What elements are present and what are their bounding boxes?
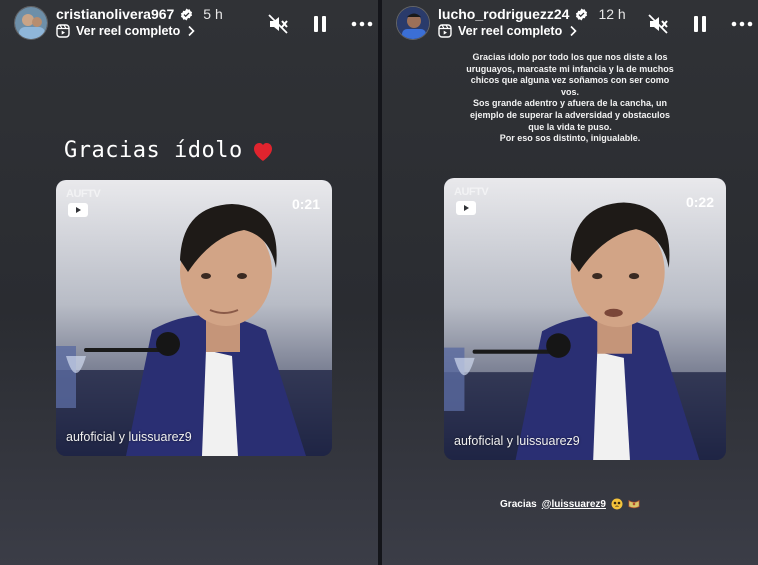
caption-line: Sos grande adentro y afuera de la cancha… xyxy=(472,98,668,109)
video-credit[interactable]: aufoficial y luissuarez9 xyxy=(66,430,192,444)
pause-icon[interactable] xyxy=(688,12,712,36)
verified-badge-icon xyxy=(181,7,193,21)
timestamp: 5 h xyxy=(203,6,223,22)
username[interactable]: cristianolivera967 xyxy=(56,6,174,22)
headline-text: Gracias ídolo xyxy=(64,138,243,163)
reel-thumbnail xyxy=(444,178,726,460)
pause-icon[interactable] xyxy=(308,12,332,36)
view-full-reel-label: Ver reel completo xyxy=(458,24,563,38)
story-headline: Gracias ídolo xyxy=(64,138,275,163)
speaker-muted-icon[interactable] xyxy=(266,12,290,36)
red-heart-icon xyxy=(253,142,272,161)
reel-preview-card[interactable]: AUFTV 0:21 aufoficial y luissuarez9 xyxy=(56,180,332,456)
caption-line: vos. xyxy=(560,86,579,97)
reel-icon xyxy=(56,24,70,38)
avatar[interactable] xyxy=(14,6,48,40)
caption-line: ejemplo de superar la adversidad y obsta… xyxy=(469,109,671,120)
caption-line: Por eso sos distinto, inigualable. xyxy=(499,133,641,144)
reel-play-icon xyxy=(68,203,88,217)
more-options-icon[interactable] xyxy=(730,12,754,36)
mention-link[interactable]: @luissuarez9 xyxy=(542,499,606,510)
video-duration: 0:22 xyxy=(685,194,714,210)
auftv-logo: AUFTV xyxy=(454,186,489,198)
story-panel-right[interactable]: lucho_rodriguezz24 12 h Ver reel complet… xyxy=(382,0,758,565)
story-panel-left[interactable]: cristianolivera967 5 h Ver reel completo xyxy=(0,0,378,565)
speaker-muted-icon[interactable] xyxy=(646,12,670,36)
thanks-text: Gracias xyxy=(500,498,537,510)
auftv-logo: AUFTV xyxy=(66,188,101,200)
username[interactable]: lucho_rodriguezz24 xyxy=(438,6,569,22)
timestamp: 12 h xyxy=(598,6,626,22)
caption-line: que la vida te puso. xyxy=(528,121,612,132)
thanks-line: Gracias @luissuarez9 xyxy=(382,498,758,510)
view-full-reel-label: Ver reel completo xyxy=(76,24,181,38)
chevron-right-icon xyxy=(570,25,577,37)
story-header: cristianolivera967 5 h Ver reel completo xyxy=(0,4,378,44)
reel-thumbnail xyxy=(56,180,332,456)
caption-line: chicos que alguna vez soñamos con ser co… xyxy=(470,75,670,86)
view-full-reel-link[interactable]: Ver reel completo xyxy=(56,24,196,38)
caption-line: Gracias idolo por todo los que nos diste… xyxy=(472,52,668,62)
reel-play-icon xyxy=(456,201,476,215)
video-duration: 0:21 xyxy=(291,196,320,212)
verified-badge-icon xyxy=(576,7,588,21)
reel-icon xyxy=(438,24,452,38)
more-options-icon[interactable] xyxy=(350,12,374,36)
story-caption: Gracias idolo por todo los que nos diste… xyxy=(422,52,718,145)
chevron-right-icon xyxy=(188,25,195,37)
view-full-reel-link[interactable]: Ver reel completo xyxy=(438,24,578,38)
flag-icon xyxy=(628,499,640,509)
caption-line: uruguayos, marcaste mi infancia y la de … xyxy=(466,63,674,74)
reel-preview-card[interactable]: AUFTV 0:22 aufoficial y luissuarez9 xyxy=(444,178,726,460)
pleading-face-icon xyxy=(611,498,623,510)
avatar[interactable] xyxy=(396,6,430,40)
story-header: lucho_rodriguezz24 12 h Ver reel complet… xyxy=(382,4,758,44)
video-credit[interactable]: aufoficial y luissuarez9 xyxy=(454,434,580,448)
